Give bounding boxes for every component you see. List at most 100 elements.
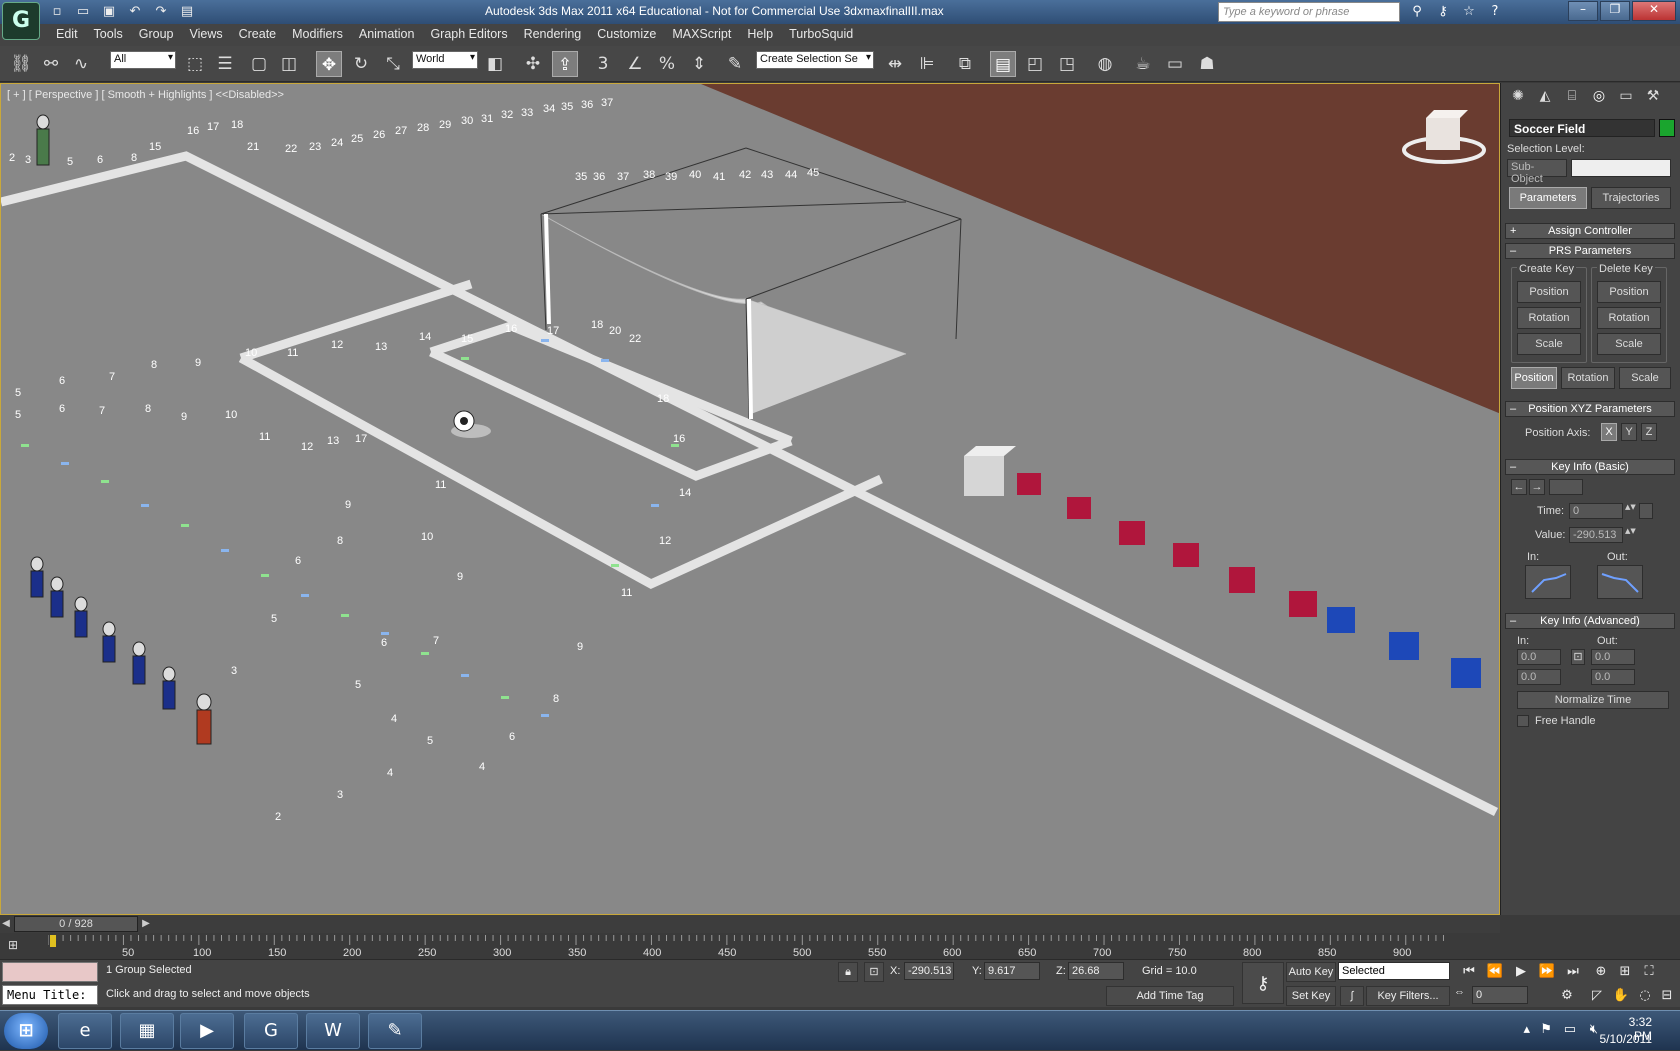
- select-object-icon[interactable]: ⬚: [182, 51, 208, 77]
- go-to-start-icon[interactable]: ⏮: [1458, 962, 1480, 982]
- maximize-viewport-icon[interactable]: ⊟: [1656, 986, 1678, 1006]
- render-production-icon[interactable]: ☗: [1194, 51, 1220, 77]
- window-crossing-icon[interactable]: ◫: [276, 51, 302, 77]
- zoom-icon[interactable]: ⊕: [1590, 962, 1612, 982]
- scale-track-button[interactable]: Scale: [1619, 367, 1671, 389]
- previous-frame-icon[interactable]: ⏪: [1484, 962, 1506, 982]
- parameters-tab[interactable]: Parameters: [1509, 187, 1587, 209]
- delete-scale-key-button[interactable]: Scale: [1597, 333, 1661, 355]
- slider-right-icon[interactable]: ▶: [140, 916, 152, 932]
- slider-left-icon[interactable]: ◀: [0, 916, 12, 932]
- adv-out-field-1[interactable]: 0.0: [1591, 649, 1635, 665]
- menu-create[interactable]: Create: [237, 24, 287, 46]
- menu-customize[interactable]: Customize: [595, 24, 666, 46]
- time-field[interactable]: 0: [1569, 503, 1623, 519]
- tray-arrow-icon[interactable]: ▴: [1523, 1022, 1530, 1037]
- menu-help[interactable]: Help: [745, 24, 783, 46]
- object-name-field[interactable]: Soccer Field: [1509, 119, 1655, 137]
- set-key-icon[interactable]: ⚷: [1242, 962, 1284, 1004]
- selection-filter-dropdown[interactable]: All: [110, 51, 176, 69]
- position-track-button[interactable]: Position: [1511, 367, 1557, 389]
- out-tangent-curve-icon[interactable]: [1597, 565, 1643, 599]
- search-input[interactable]: Type a keyword or phrase: [1218, 2, 1400, 22]
- menu-title-field[interactable]: Menu Title:: [2, 985, 98, 1005]
- menu-rendering[interactable]: Rendering: [522, 24, 592, 46]
- undo-icon[interactable]: ↶: [124, 2, 146, 22]
- value-field[interactable]: -290.513: [1569, 527, 1623, 543]
- y-coordinate-field[interactable]: 9.617: [984, 962, 1040, 980]
- open-file-icon[interactable]: ▭: [72, 2, 94, 22]
- create-scale-key-button[interactable]: Scale: [1517, 333, 1581, 355]
- menu-turbosquid[interactable]: TurboSquid: [787, 24, 863, 46]
- start-button[interactable]: ⊞: [4, 1013, 48, 1049]
- link-icon[interactable]: ⛓: [8, 51, 34, 77]
- next-frame-icon[interactable]: ⏩: [1536, 962, 1558, 982]
- ie-icon[interactable]: e: [58, 1013, 112, 1049]
- modify-panel-icon[interactable]: ◭: [1534, 88, 1556, 108]
- create-panel-icon[interactable]: ✺: [1507, 88, 1529, 108]
- menu-animation[interactable]: Animation: [357, 24, 425, 46]
- viewport-label[interactable]: [ + ] [ Perspective ] [ Smooth + Highlig…: [7, 89, 284, 101]
- set-key-button[interactable]: Set Key: [1286, 986, 1336, 1006]
- axis-x-button[interactable]: X: [1601, 423, 1617, 441]
- render-setup-icon[interactable]: ☕: [1130, 51, 1156, 77]
- word-icon[interactable]: W: [306, 1013, 360, 1049]
- key-info-advanced-rollout[interactable]: – Key Info (Advanced): [1505, 613, 1675, 629]
- key-info-basic-rollout[interactable]: – Key Info (Basic): [1505, 459, 1675, 475]
- curve-editor-icon[interactable]: ◰: [1022, 51, 1048, 77]
- unlink-icon[interactable]: ⚯: [38, 51, 64, 77]
- rotation-track-button[interactable]: Rotation: [1561, 367, 1615, 389]
- track-bar[interactable]: ⊞ 50 100 150 200 250 300 350 400 450 500…: [0, 935, 1500, 959]
- object-color-swatch[interactable]: [1659, 119, 1675, 137]
- next-key-icon[interactable]: →: [1529, 479, 1545, 495]
- key-icon[interactable]: ⚷: [1432, 2, 1454, 22]
- key-mode-icon[interactable]: ⇔: [1454, 986, 1465, 998]
- select-move-icon[interactable]: ✥: [316, 51, 342, 77]
- absolute-mode-icon[interactable]: ⊡: [864, 962, 884, 982]
- default-tangent-icon[interactable]: ∫: [1340, 986, 1364, 1006]
- axis-y-button[interactable]: Y: [1621, 423, 1637, 441]
- volume-muted-icon[interactable]: 🔇︎: [1590, 1022, 1598, 1037]
- graphite-ribbon-icon[interactable]: ▤: [990, 51, 1016, 77]
- trajectories-tab[interactable]: Trajectories: [1591, 187, 1671, 209]
- axis-z-button[interactable]: Z: [1641, 423, 1657, 441]
- select-manipulate-icon[interactable]: ✣: [520, 51, 546, 77]
- delete-position-key-button[interactable]: Position: [1597, 281, 1661, 303]
- mirror-icon[interactable]: ⇹: [882, 51, 908, 77]
- key-mode-dropdown[interactable]: Selected: [1338, 962, 1450, 980]
- align-icon[interactable]: ⊫: [914, 51, 940, 77]
- redo-icon[interactable]: ↷: [150, 2, 172, 22]
- binoculars-icon[interactable]: ⚲: [1406, 2, 1428, 22]
- menu-modifiers[interactable]: Modifiers: [290, 24, 353, 46]
- sub-object-dropdown[interactable]: [1571, 159, 1671, 177]
- spinner-snap-icon[interactable]: ⇕: [686, 51, 712, 77]
- key-number-field[interactable]: [1549, 479, 1583, 495]
- create-position-key-button[interactable]: Position: [1517, 281, 1581, 303]
- time-slider[interactable]: ◀ 0 / 928 ▶: [0, 915, 1500, 933]
- time-slider-thumb[interactable]: 0 / 928: [14, 916, 138, 932]
- normalize-time-button[interactable]: Normalize Time: [1517, 691, 1669, 709]
- edit-named-selection-icon[interactable]: ✎: [722, 51, 748, 77]
- explorer-icon[interactable]: ▦: [120, 1013, 174, 1049]
- current-frame-field[interactable]: 0: [1472, 986, 1528, 1004]
- pivot-center-icon[interactable]: ◧: [482, 51, 508, 77]
- select-scale-icon[interactable]: ⤡: [380, 51, 406, 77]
- keyboard-shortcut-override-icon[interactable]: ⇪: [552, 51, 578, 77]
- assign-controller-rollout[interactable]: + Assign Controller: [1505, 223, 1675, 239]
- app-logo[interactable]: G: [2, 2, 40, 40]
- rendered-frame-window-icon[interactable]: ▭: [1162, 51, 1188, 77]
- layer-manager-icon[interactable]: ⧉: [952, 51, 978, 77]
- sub-object-button[interactable]: Sub-Object: [1507, 159, 1567, 185]
- create-rotation-key-button[interactable]: Rotation: [1517, 307, 1581, 329]
- pan-view-icon[interactable]: ✋: [1610, 986, 1632, 1006]
- auto-key-button[interactable]: Auto Key: [1286, 962, 1336, 982]
- new-file-icon[interactable]: ▫: [46, 2, 68, 22]
- z-coordinate-field[interactable]: 26.68: [1068, 962, 1124, 980]
- save-icon[interactable]: ▣: [98, 2, 120, 22]
- minimize-icon[interactable]: –: [1568, 1, 1598, 21]
- field-of-view-icon[interactable]: ◸: [1586, 986, 1608, 1006]
- reference-coordinate-dropdown[interactable]: World: [412, 51, 478, 69]
- lock-tangent-icon[interactable]: ⊡: [1571, 649, 1585, 665]
- project-folder-icon[interactable]: ▤: [176, 2, 198, 22]
- adv-out-field-2[interactable]: 0.0: [1591, 669, 1635, 685]
